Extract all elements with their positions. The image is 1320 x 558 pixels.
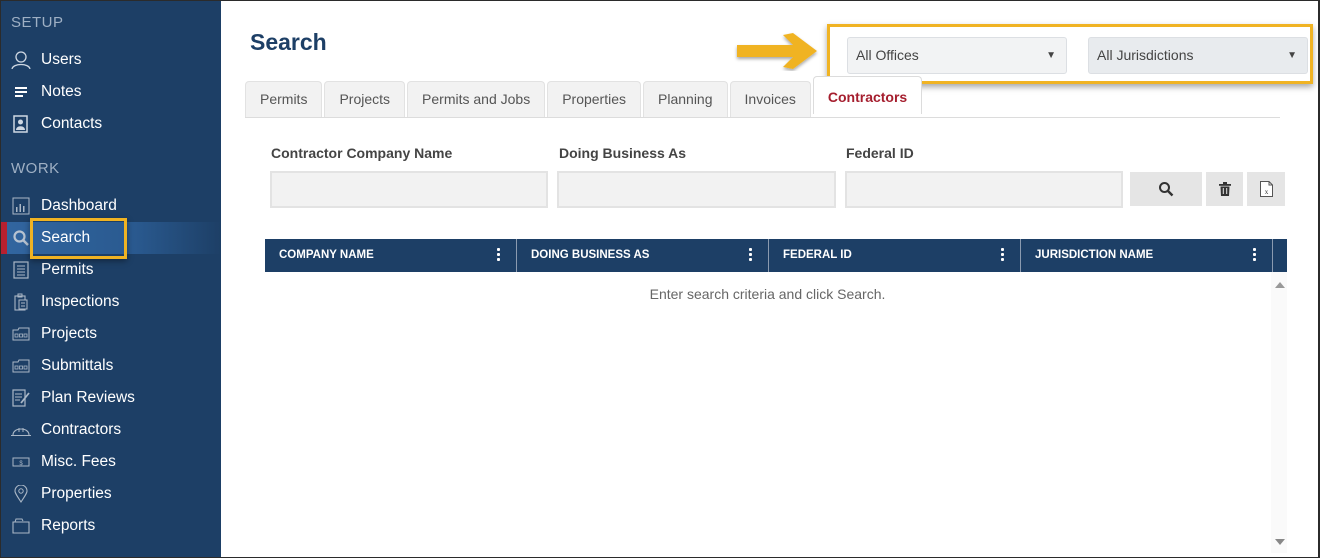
sidebar-item-label: Permits [41,261,94,278]
sidebar-item-label: Properties [41,485,112,502]
trash-icon [1218,182,1231,196]
column-menu-icon[interactable] [1001,248,1004,263]
hard-hat-icon [11,421,31,439]
federal-id-label: Federal ID [846,145,914,161]
inspections-icon [11,293,31,311]
sidebar-item-label: Submittals [41,357,114,374]
sidebar-item-submittals[interactable]: Submittals [1,350,221,382]
column-menu-icon[interactable] [497,248,500,263]
dashboard-icon [11,197,31,215]
sidebar-item-contacts[interactable]: Contacts [1,108,221,140]
notes-icon [11,83,31,101]
tab-properties[interactable]: Properties [547,81,642,118]
column-label: DOING BUSINESS AS [531,249,650,261]
column-jurisdiction-name[interactable]: JURISDICTION NAME [1021,239,1273,272]
money-icon: $ [11,453,31,471]
tab-invoices[interactable]: Invoices [729,81,811,118]
column-label: JURISDICTION NAME [1035,249,1154,261]
jurisdictions-select-value: All Jurisdictions [1097,47,1194,63]
clear-button[interactable] [1206,172,1243,206]
sidebar-item-label: Contacts [41,115,103,132]
company-name-input[interactable] [270,171,548,208]
offices-select-value: All Offices [856,47,919,63]
search-button[interactable] [1130,172,1202,206]
contacts-icon [11,115,31,133]
grid-scrollbar[interactable] [1271,272,1287,553]
main-content: Search All Offices ▼ All Jurisdictions ▼… [221,1,1318,557]
tab-planning[interactable]: Planning [643,81,728,118]
plan-reviews-icon [11,389,31,407]
column-menu-icon[interactable] [749,248,752,263]
arrow-annotation-icon [733,31,823,76]
svg-text:x: x [1264,188,1268,196]
dba-label: Doing Business As [559,145,687,161]
permits-icon [11,261,31,279]
sidebar-item-notes[interactable]: Notes [1,76,221,108]
sidebar-item-label: Inspections [41,293,120,310]
sidebar-item-users[interactable]: Users [1,44,221,76]
sidebar-item-label: Reports [41,517,96,534]
active-indicator [1,222,7,254]
column-federal-id[interactable]: FEDERAL ID [769,239,1021,272]
excel-file-icon: x [1259,181,1273,197]
column-company-name[interactable]: COMPANY NAME [265,239,517,272]
sidebar-item-reports[interactable]: Reports [1,510,221,542]
user-icon [11,51,31,69]
section-label-setup: SETUP [11,14,64,31]
sidebar-item-misc-fees[interactable]: $ Misc. Fees [1,446,221,478]
company-name-label: Contractor Company Name [271,145,453,161]
column-menu-icon[interactable] [1253,248,1256,263]
sidebar-item-contractors[interactable]: Contractors [1,414,221,446]
tab-contractors[interactable]: Contractors [812,76,923,114]
search-icon [11,229,31,247]
federal-id-input[interactable] [845,171,1123,208]
tab-permits-and-jobs[interactable]: Permits and Jobs [407,81,546,118]
sidebar-item-properties[interactable]: Properties [1,478,221,510]
jurisdictions-select[interactable]: All Jurisdictions ▼ [1088,37,1308,74]
scroll-down-icon[interactable] [1275,539,1285,545]
search-tabs: Permits Projects Permits and Jobs Proper… [245,76,924,118]
chevron-down-icon: ▼ [1046,50,1056,61]
search-icon [1159,182,1174,197]
sidebar-item-label: Projects [41,325,97,342]
app-window: SETUP Users Notes Contacts WORK Dashboar… [1,1,1318,557]
tab-projects[interactable]: Projects [324,81,406,118]
results-grid-header: COMPANY NAME DOING BUSINESS AS FEDERAL I… [265,239,1287,272]
dba-input[interactable] [557,171,836,208]
export-excel-button[interactable]: x [1247,172,1285,206]
highlight-annotation [30,218,127,259]
sidebar-item-plan-reviews[interactable]: Plan Reviews [1,382,221,414]
column-spacer [1273,239,1287,272]
chevron-down-icon: ▼ [1287,50,1297,61]
map-pin-icon [11,485,31,503]
projects-icon [11,325,31,343]
sidebar-item-label: Plan Reviews [41,389,135,406]
folder-icon [11,517,31,535]
tab-permits[interactable]: Permits [245,81,323,118]
tab-divider [245,117,1280,118]
column-label: COMPANY NAME [279,249,374,261]
offices-select[interactable]: All Offices ▼ [847,37,1067,74]
sidebar-item-label: Dashboard [41,197,117,214]
section-label-work: WORK [11,160,60,177]
sidebar-item-label: Users [41,51,82,68]
sidebar-item-label: Contractors [41,421,122,438]
column-label: FEDERAL ID [783,249,852,261]
scroll-up-icon[interactable] [1275,282,1285,288]
sidebar-item-inspections[interactable]: Inspections [1,286,221,318]
empty-results-message: Enter search criteria and click Search. [649,286,886,302]
sidebar-item-projects[interactable]: Projects [1,318,221,350]
column-doing-business-as[interactable]: DOING BUSINESS AS [517,239,769,272]
page-title: Search [250,29,327,55]
submittals-icon [11,357,31,375]
filter-highlight: All Offices ▼ All Jurisdictions ▼ [827,24,1313,84]
sidebar: SETUP Users Notes Contacts WORK Dashboar… [1,1,221,557]
sidebar-item-label: Misc. Fees [41,453,116,470]
sidebar-item-label: Notes [41,83,82,100]
